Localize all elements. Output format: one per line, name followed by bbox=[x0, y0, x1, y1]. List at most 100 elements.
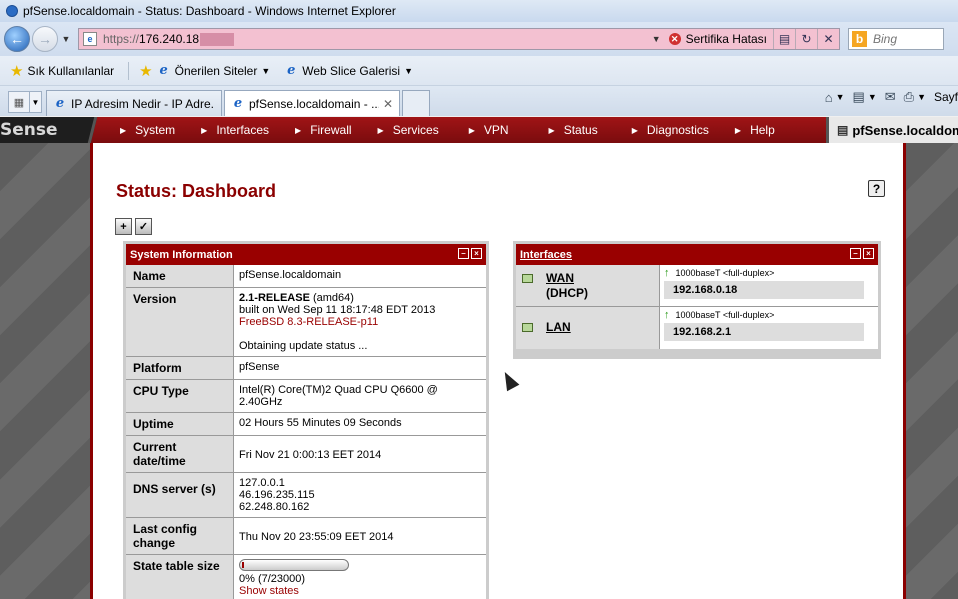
tab-title: pfSense.localdomain - ... bbox=[249, 96, 379, 111]
show-states-link[interactable]: Show states bbox=[239, 585, 299, 597]
interface-ip: 192.168.0.18 bbox=[664, 281, 864, 299]
tab-title: IP Adresim Nedir - IP Adre... bbox=[71, 96, 215, 111]
compatibility-view-icon[interactable]: ▤ bbox=[773, 29, 795, 49]
row-value: 0% (7/23000) Show states bbox=[234, 555, 486, 599]
caret-right-icon: ▶ bbox=[201, 125, 208, 135]
row-label: CPU Type bbox=[126, 380, 234, 412]
hostname-label: ▤ pfSense.localdom bbox=[826, 117, 958, 143]
dns-server: 127.0.0.1 bbox=[239, 477, 285, 489]
row-value: Thu Nov 20 23:55:09 EET 2014 bbox=[234, 518, 486, 554]
favorite-web-slice-gallery[interactable]: e Web Slice Galerisi ▼ bbox=[284, 63, 413, 78]
home-icon[interactable]: ⌂ bbox=[825, 90, 833, 105]
redacted-block bbox=[200, 33, 235, 47]
interfaces-widget-title[interactable]: Interfaces bbox=[520, 249, 572, 261]
url-text[interactable]: https://176.240.18 bbox=[103, 32, 235, 47]
favorite-label: Web Slice Galerisi bbox=[302, 63, 401, 78]
forward-button[interactable]: → bbox=[32, 26, 58, 52]
row-value: pfSense bbox=[234, 357, 486, 379]
address-bar[interactable]: e https://176.240.18 ▼ ✕ Sertifika Hatas… bbox=[78, 28, 840, 50]
page-menu[interactable]: Sayf bbox=[934, 90, 958, 104]
widget-header: System Information – × bbox=[126, 244, 486, 265]
search-box[interactable]: b bbox=[848, 28, 944, 50]
tab-list-dropdown[interactable]: ▼ bbox=[30, 91, 42, 113]
add-widget-icon[interactable]: + bbox=[115, 218, 132, 235]
interface-name-link[interactable]: WAN bbox=[546, 271, 574, 285]
stop-icon[interactable]: ✕ bbox=[817, 29, 839, 49]
help-icon[interactable]: ? bbox=[868, 180, 885, 197]
back-button[interactable]: ← bbox=[4, 26, 30, 52]
caret-right-icon: ▶ bbox=[377, 125, 384, 135]
minimize-icon[interactable]: – bbox=[458, 248, 469, 259]
menu-vpn[interactable]: ▶ VPN bbox=[469, 123, 509, 137]
new-tab-button[interactable] bbox=[402, 90, 430, 116]
row-value: Intel(R) Core(TM)2 Quad CPU Q6600 @ 2.40… bbox=[234, 380, 486, 412]
info-row-state-table: State table size 0% (7/23000) Show state… bbox=[126, 555, 486, 599]
menu-diagnostics[interactable]: ▶ Diagnostics bbox=[632, 123, 709, 137]
host-icon: ▤ bbox=[837, 123, 849, 137]
media-type: 1000baseT <full-duplex> bbox=[675, 310, 775, 320]
tab-pfsense[interactable]: e pfSense.localdomain - ... ✕ bbox=[224, 90, 400, 116]
version-arch: (amd64) bbox=[309, 292, 354, 304]
search-input[interactable] bbox=[873, 32, 943, 46]
pfsense-menu-bar: Sense ▶ System ▶ Interfaces ▶ Firewall ▶ Ser… bbox=[0, 117, 958, 143]
row-value: Fri Nov 21 0:00:13 EET 2014 bbox=[234, 436, 486, 472]
chevron-down-icon[interactable]: ▼ bbox=[868, 92, 877, 102]
menu-interfaces[interactable]: ▶ Interfaces bbox=[201, 123, 269, 137]
update-status: Obtaining update status ... bbox=[239, 340, 368, 352]
interface-label: LAN bbox=[516, 307, 660, 349]
tab-ip-adresim[interactable]: e IP Adresim Nedir - IP Adre... bbox=[46, 90, 222, 116]
interface-row-lan: LAN ↑ 1000baseT <full-duplex> 192.168.2.1 bbox=[516, 307, 878, 349]
certificate-error-icon: ✕ bbox=[668, 33, 681, 45]
row-label: Version bbox=[126, 288, 234, 356]
menu-services[interactable]: ▶ Services bbox=[378, 123, 439, 137]
interface-type: (DHCP) bbox=[546, 286, 588, 300]
chevron-down-icon[interactable]: ▼ bbox=[917, 92, 926, 102]
menu-help[interactable]: ▶ Help bbox=[735, 123, 775, 137]
interface-label: WAN (DHCP) bbox=[516, 265, 660, 306]
progress-fill bbox=[242, 562, 244, 568]
save-settings-icon[interactable]: ✓ bbox=[135, 218, 152, 235]
menu-status[interactable]: ▶ Status bbox=[549, 123, 598, 137]
address-dropdown-icon[interactable]: ▼ bbox=[652, 34, 661, 44]
dashboard-content: Status: Dashboard ? + ✓ System Informati… bbox=[90, 143, 906, 599]
mail-icon[interactable]: ✉ bbox=[885, 89, 896, 105]
row-label: State table size bbox=[126, 555, 234, 599]
interface-row-wan: WAN (DHCP) ↑ 1000baseT <full-duplex> 192.… bbox=[516, 265, 878, 307]
pfsense-logo[interactable]: Sense bbox=[0, 117, 98, 143]
info-row-cpu: CPU Type Intel(R) Core(TM)2 Quad CPU Q66… bbox=[126, 380, 486, 413]
favorite-label: Önerilen Siteler bbox=[174, 63, 258, 78]
menu-firewall[interactable]: ▶ Firewall bbox=[295, 123, 352, 137]
favorite-suggested-sites[interactable]: e Önerilen Siteler ▼ bbox=[157, 63, 270, 78]
interface-status: ↑ 1000baseT <full-duplex> 192.168.2.1 bbox=[660, 307, 878, 349]
row-value: 127.0.0.1 46.196.235.115 62.248.80.162 bbox=[234, 473, 486, 517]
certificate-error[interactable]: ✕ Sertifika Hatası bbox=[668, 32, 767, 46]
close-icon[interactable]: × bbox=[863, 248, 874, 259]
tab-bar: ▦ ▼ e IP Adresim Nedir - IP Adre... e pf… bbox=[0, 86, 958, 116]
page-background-right bbox=[906, 143, 958, 599]
version-release: 2.1-RELEASE bbox=[239, 292, 310, 304]
print-icon[interactable]: ⎙ bbox=[904, 89, 914, 105]
refresh-icon[interactable]: ↻ bbox=[795, 29, 817, 49]
network-port-icon bbox=[522, 323, 533, 332]
info-row-name: Name pfSense.localdomain bbox=[126, 265, 486, 288]
ie-window-icon bbox=[6, 5, 18, 17]
chevron-down-icon[interactable]: ▼ bbox=[836, 92, 845, 102]
close-icon[interactable]: × bbox=[471, 248, 482, 259]
caret-right-icon: ▶ bbox=[631, 125, 638, 135]
caret-right-icon: ▶ bbox=[295, 125, 302, 135]
row-label: Last config change bbox=[126, 518, 234, 554]
quick-tabs-icon[interactable]: ▦ bbox=[8, 91, 30, 113]
widget-header: Interfaces – × bbox=[516, 244, 878, 265]
favorites-button[interactable]: ★ Sık Kullanılanlar bbox=[10, 62, 114, 80]
history-dropdown[interactable]: ▼ bbox=[60, 34, 72, 44]
add-favorite-icon[interactable]: ★ bbox=[139, 62, 152, 80]
menu-system[interactable]: ▶ System bbox=[120, 123, 175, 137]
link-up-arrow-icon: ↑ bbox=[664, 309, 670, 321]
feeds-icon[interactable]: ▤ bbox=[853, 89, 865, 105]
interface-name-link[interactable]: LAN bbox=[546, 320, 571, 334]
row-label: Name bbox=[126, 265, 234, 287]
ie-page-icon: e bbox=[233, 96, 243, 111]
minimize-icon[interactable]: – bbox=[850, 248, 861, 259]
caret-right-icon: ▶ bbox=[120, 125, 127, 135]
close-tab-icon[interactable]: ✕ bbox=[383, 97, 393, 111]
